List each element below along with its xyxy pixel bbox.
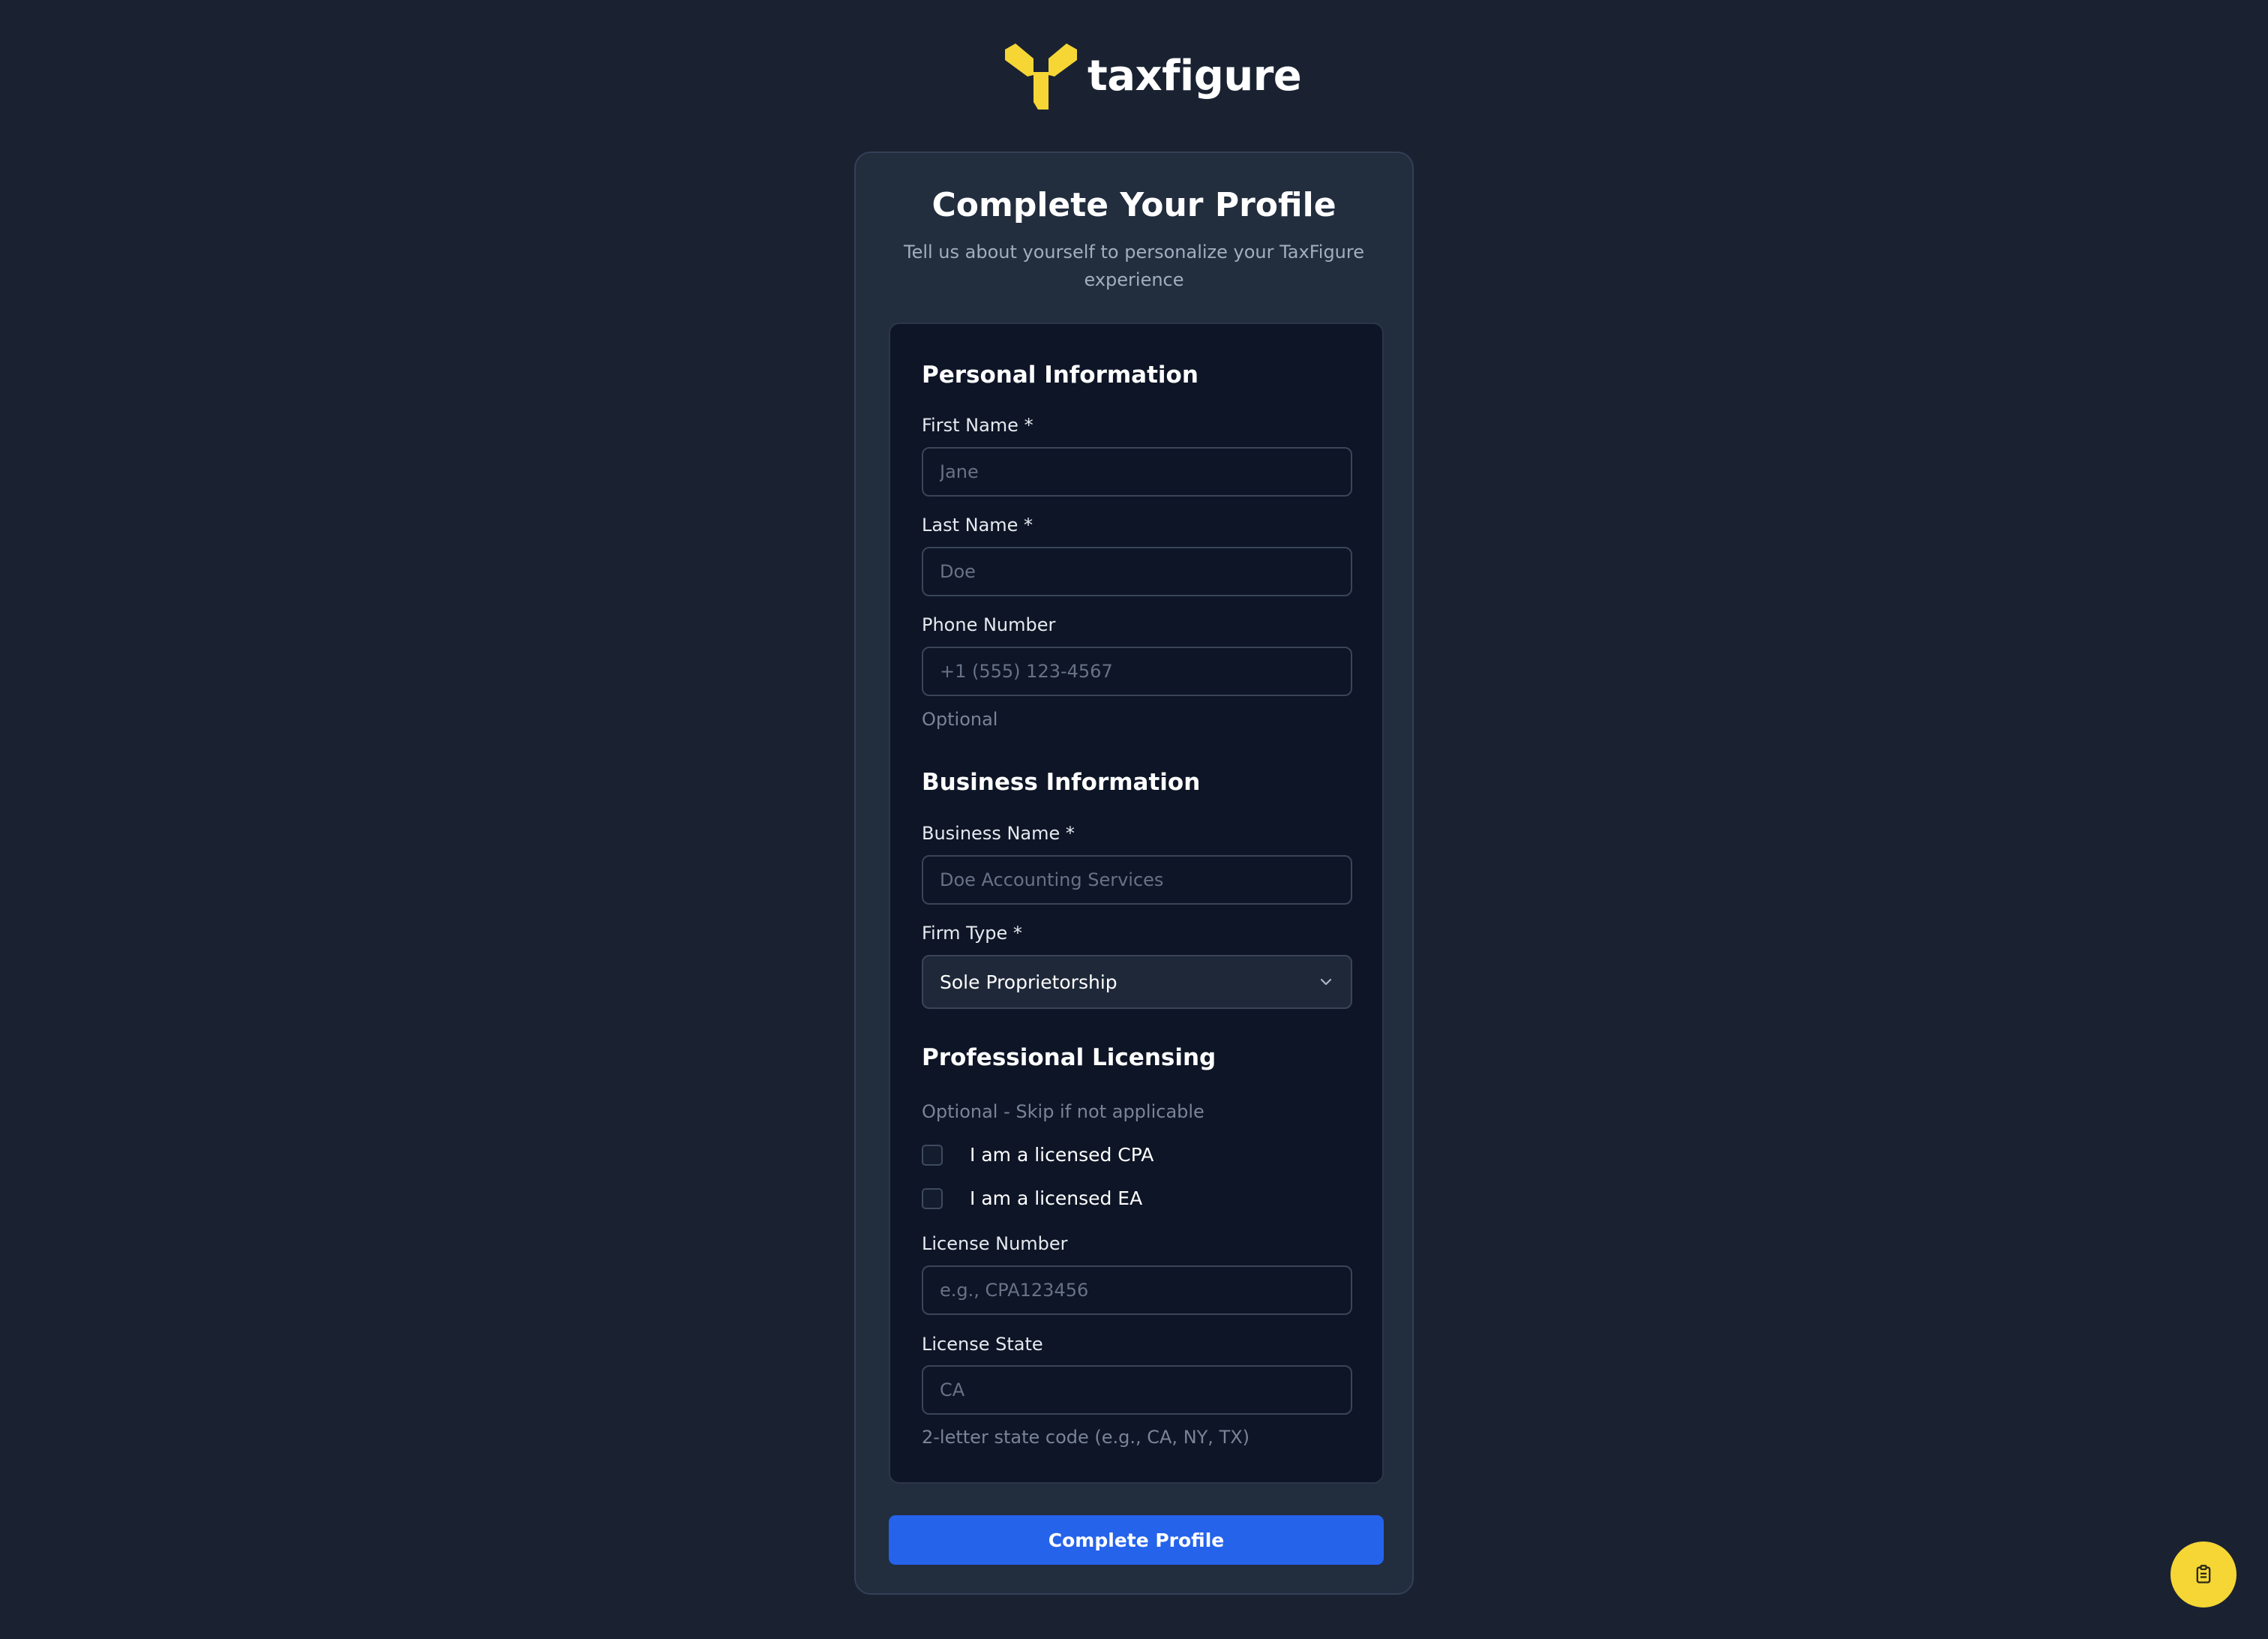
firm-type-select[interactable]: Sole Proprietorship <box>922 955 1352 1009</box>
ea-checkbox-row[interactable]: I am a licensed EA <box>922 1187 1142 1209</box>
profile-card: Complete Your Profile Tell us about your… <box>854 152 1414 1595</box>
page-title: Complete Your Profile <box>932 186 1336 224</box>
profile-form: Personal Information First Name * Last N… <box>889 323 1384 1484</box>
last-name-input[interactable] <box>922 547 1352 596</box>
license-number-input[interactable] <box>922 1265 1352 1315</box>
firm-type-value: Sole Proprietorship <box>940 971 1118 993</box>
business-name-input[interactable] <box>922 855 1352 905</box>
cpa-checkbox-row[interactable]: I am a licensed CPA <box>922 1144 1154 1166</box>
business-info-heading: Business Information <box>922 769 1201 796</box>
complete-profile-button[interactable]: Complete Profile <box>889 1515 1384 1565</box>
chevron-down-icon <box>1320 978 1332 986</box>
business-name-label: Business Name * <box>922 823 1075 844</box>
first-name-label: First Name * <box>922 415 1034 436</box>
license-number-label: License Number <box>922 1233 1068 1254</box>
license-state-hint: 2-letter state code (e.g., CA, NY, TX) <box>922 1427 1250 1448</box>
ea-checkbox[interactable] <box>922 1187 943 1209</box>
cpa-checkbox[interactable] <box>922 1144 943 1166</box>
license-state-input[interactable] <box>922 1365 1352 1415</box>
license-state-label: License State <box>922 1334 1043 1355</box>
licensing-note: Optional - Skip if not applicable <box>922 1101 1204 1122</box>
ea-checkbox-label[interactable]: I am a licensed EA <box>970 1187 1142 1209</box>
phone-input[interactable] <box>922 647 1352 696</box>
cpa-checkbox-label[interactable]: I am a licensed CPA <box>970 1144 1154 1166</box>
page-subtitle: Tell us about yourself to personalize yo… <box>903 242 1364 290</box>
last-name-label: Last Name * <box>922 515 1034 536</box>
phone-hint: Optional <box>922 709 998 730</box>
phone-label: Phone Number <box>922 614 1056 635</box>
clipboard-fab-button[interactable] <box>2170 1541 2236 1607</box>
personal-info-heading: Personal Information <box>922 362 1198 389</box>
licensing-heading: Professional Licensing <box>922 1044 1216 1071</box>
firm-type-label: Firm Type * <box>922 923 1022 944</box>
first-name-input[interactable] <box>922 447 1352 497</box>
brand-logo: taxfigure <box>1005 42 1302 110</box>
brand-name: taxfigure <box>1088 51 1302 101</box>
clipboard-icon <box>2196 1565 2211 1583</box>
taxfigure-logo-icon <box>1005 44 1077 110</box>
